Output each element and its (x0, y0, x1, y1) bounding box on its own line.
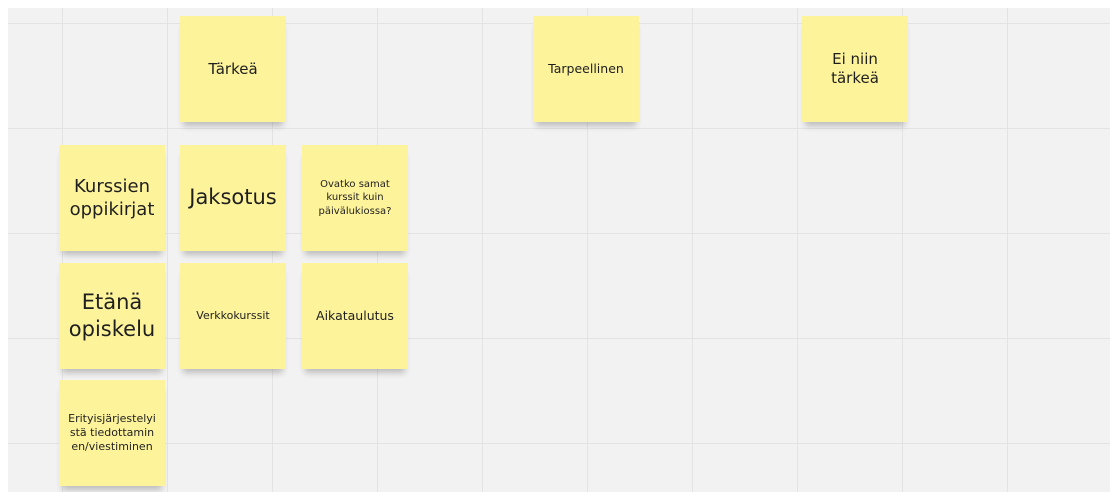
sticky-note-text: Kurssien oppikirjat (69, 175, 155, 220)
sticky-note-text: Etänä opiskelu (68, 289, 156, 341)
sticky-note-jaksotus[interactable]: Jaksotus (180, 145, 286, 251)
sticky-note-kurssien-oppikirjat[interactable]: Kurssien oppikirjat (59, 145, 165, 251)
sticky-note-text: Ei niin tärkeä (831, 50, 879, 87)
sticky-note-text: Ovatko samat kurssit kuin päivälukiossa? (318, 178, 392, 217)
sticky-note-text: Aikataulutus (316, 308, 394, 324)
sticky-note-text: Tarpeellinen (548, 61, 624, 77)
sticky-note-etana-opiskelu[interactable]: Etänä opiskelu (59, 263, 165, 369)
whiteboard-canvas[interactable]: Tärkeä Tarpeellinen Ei niin tärkeä Kurss… (8, 8, 1110, 492)
sticky-note-text: Tärkeä (208, 59, 258, 78)
sticky-note-erityisjarjestelyista[interactable]: Erityisjärjestelyistä tiedottaminen/vies… (59, 380, 165, 486)
sticky-note-tarkea[interactable]: Tärkeä (180, 16, 286, 122)
sticky-note-ovatko-samat[interactable]: Ovatko samat kurssit kuin päivälukiossa? (302, 145, 408, 251)
sticky-note-text: Jaksotus (189, 185, 277, 210)
sticky-note-aikataulutus[interactable]: Aikataulutus (302, 263, 408, 369)
sticky-note-text: Erityisjärjestelyistä tiedottaminen/vies… (68, 412, 156, 453)
sticky-note-verkkokurssit[interactable]: Verkkokurssit (180, 263, 286, 369)
sticky-note-ei-niin-tarkea[interactable]: Ei niin tärkeä (802, 16, 908, 122)
sticky-note-tarpeellinen[interactable]: Tarpeellinen (533, 16, 639, 122)
sticky-note-text: Verkkokurssit (196, 309, 270, 323)
